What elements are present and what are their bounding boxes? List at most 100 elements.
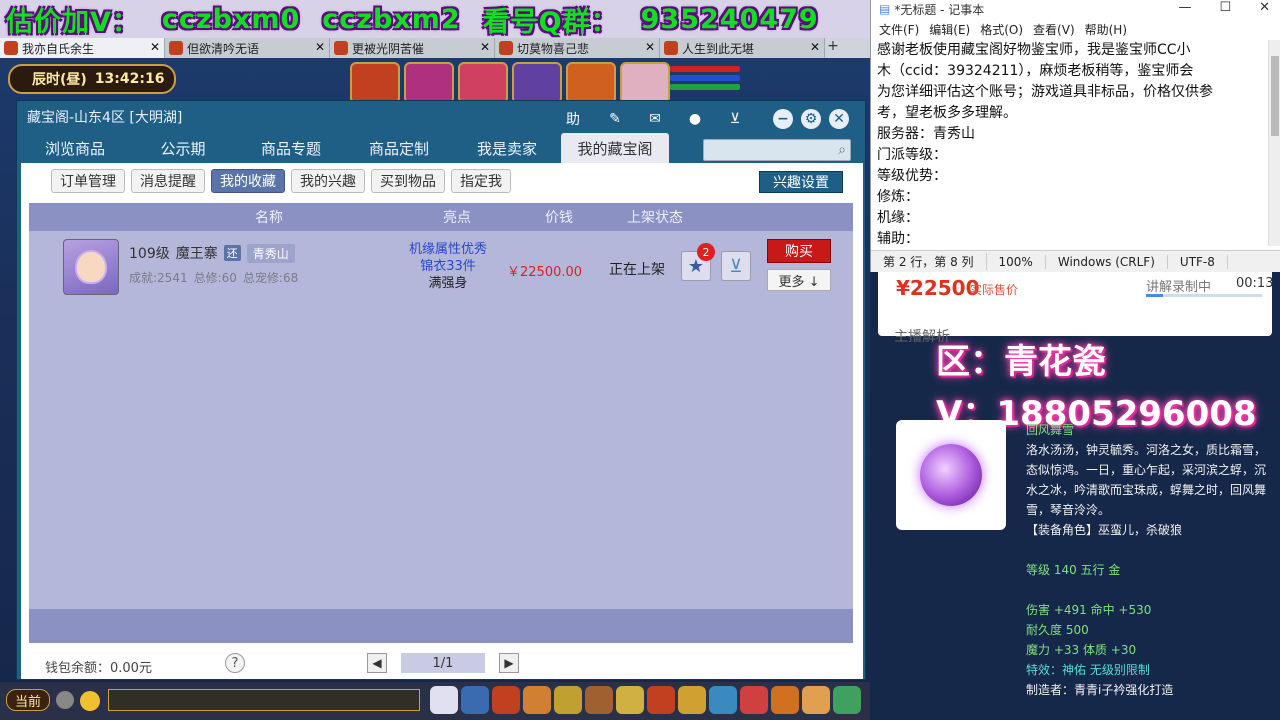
team-portrait[interactable] — [404, 62, 454, 104]
team-portrait[interactable] — [620, 62, 670, 104]
tab-topics[interactable]: 商品专题 — [237, 133, 345, 163]
banner-text-4: 看号Q群： — [482, 6, 619, 38]
chat-channel-button[interactable]: 当前 — [6, 689, 50, 711]
menu-help[interactable]: 帮助(H) — [1085, 21, 1127, 38]
banner-text-3: cczbxm2 — [322, 3, 461, 35]
team-portrait[interactable] — [512, 62, 562, 104]
tab-custom[interactable]: 商品定制 — [345, 133, 453, 163]
game-tab-3[interactable]: 更被光阴苦催 ✕ — [330, 38, 495, 58]
clock-time: 13:42:16 — [94, 71, 165, 87]
character-avatar[interactable] — [63, 239, 119, 295]
record-icon[interactable]: ● — [685, 109, 705, 129]
shortcut-icon[interactable] — [585, 686, 613, 714]
voice-icon[interactable] — [56, 691, 74, 709]
minimize-button[interactable]: − — [773, 109, 793, 129]
scroll-thumb[interactable] — [1271, 56, 1279, 136]
interest-settings-button[interactable]: 兴趣设置 — [759, 171, 843, 193]
encoding: UTF-8 — [1168, 254, 1228, 269]
menu-edit[interactable]: 编辑(E) — [929, 21, 970, 38]
settings-button[interactable]: ⚙ — [801, 109, 821, 129]
list-item[interactable]: 109级 魔王寨 还 青秀山 成就:2541 总修:60 总宠修:68 机缘属性… — [29, 237, 853, 297]
shortcut-icon[interactable] — [616, 686, 644, 714]
tab-my-treasure[interactable]: 我的藏宝阁 — [561, 133, 669, 163]
menu-file[interactable]: 文件(F) — [879, 21, 919, 38]
shortcut-icon[interactable] — [740, 686, 768, 714]
team-portrait[interactable] — [566, 62, 616, 104]
line-ending: Windows (CRLF) — [1046, 254, 1168, 269]
shortcut-icon[interactable] — [647, 686, 675, 714]
close-icon[interactable]: ✕ — [150, 40, 160, 54]
game-tab-1[interactable]: 我亦自氏余生 ✕ — [0, 38, 165, 58]
shortcut-icon[interactable] — [492, 686, 520, 714]
status-bars — [670, 66, 740, 93]
shortcut-icon[interactable] — [771, 686, 799, 714]
maximize-icon[interactable]: ☐ — [1219, 0, 1231, 15]
tab-seller[interactable]: 我是卖家 — [453, 133, 561, 163]
add-tab-icon[interactable]: + — [825, 38, 841, 58]
subtab-assigned[interactable]: 指定我 — [451, 169, 511, 193]
game-tab-5[interactable]: 人生到此无堪 ✕ — [660, 38, 825, 58]
buy-button[interactable]: 购买 — [767, 239, 831, 263]
close-icon[interactable]: ✕ — [645, 40, 655, 54]
close-icon[interactable]: ✕ — [810, 40, 820, 54]
column-price: 价钱 — [545, 210, 573, 226]
item-name: 回风舞雪 — [1026, 423, 1075, 437]
close-icon[interactable]: ✕ — [1259, 0, 1270, 15]
server-badge: 青秀山 — [246, 243, 295, 263]
face-icon — [75, 250, 107, 284]
highlight-line: 机缘属性优秀 — [408, 242, 487, 257]
shortcut-icon[interactable] — [430, 686, 458, 714]
game-tab-label: 我亦自氏余生 — [22, 41, 95, 56]
prev-page-button[interactable]: ◀ — [367, 653, 387, 673]
shortcut-icon[interactable] — [709, 686, 737, 714]
close-icon[interactable]: ✕ — [315, 40, 325, 54]
help-button[interactable]: 助 — [563, 109, 583, 129]
subtab-orders[interactable]: 订单管理 — [51, 169, 125, 193]
game-tab-2[interactable]: 但欲清吟无语 ✕ — [165, 38, 330, 58]
subtab-favorites[interactable]: 我的收藏 — [211, 169, 285, 193]
next-page-button[interactable]: ▶ — [499, 653, 519, 673]
close-button[interactable]: ✕ — [829, 109, 849, 129]
notepad-text-area[interactable]: 感谢老板使用藏宝阁好物鉴宝师，我是鉴宝师CC小 木（ccid：39324211）… — [877, 40, 1267, 250]
cultivation-value: 总修:60 — [193, 271, 237, 285]
minimize-icon[interactable]: — — [1178, 0, 1191, 15]
text-line: 机缘： — [877, 210, 919, 226]
subtab-interests[interactable]: 我的兴趣 — [291, 169, 365, 193]
edit-icon[interactable]: ✎ — [605, 109, 625, 129]
team-portrait[interactable] — [458, 62, 508, 104]
shortcut-icon[interactable] — [523, 686, 551, 714]
tab-browse[interactable]: 浏览商品 — [21, 133, 129, 163]
search-icon[interactable]: ⌕ — [838, 142, 846, 158]
item-status: 正在上架 — [609, 262, 665, 278]
shortcut-icon[interactable] — [802, 686, 830, 714]
help-icon[interactable]: ? — [225, 653, 245, 673]
mp-bar — [670, 75, 740, 81]
game-tab-4[interactable]: 切莫物喜己悲 ✕ — [495, 38, 660, 58]
subtab-bought[interactable]: 买到物品 — [371, 169, 445, 193]
add-to-cart-icon[interactable]: ⊻ — [721, 251, 751, 281]
text-line: 为您详细评估这个账号；游戏道具非标品，价格仅供参 — [877, 84, 1213, 100]
cart-icon[interactable]: ⊻ — [725, 109, 745, 129]
shortcut-icon[interactable] — [833, 686, 861, 714]
team-portrait[interactable] — [350, 62, 400, 104]
search-input[interactable]: ⌕ — [703, 139, 851, 161]
favorite-count-badge: 2 — [697, 243, 715, 261]
character-icon — [499, 41, 513, 55]
notepad-scrollbar[interactable] — [1268, 40, 1280, 246]
item-highlights: 机缘属性优秀 锦衣33件 满强身 — [393, 241, 503, 292]
menu-view[interactable]: 查看(V) — [1033, 21, 1075, 38]
chat-input[interactable] — [108, 689, 420, 711]
shortcut-icon[interactable] — [554, 686, 582, 714]
shortcut-icon[interactable] — [678, 686, 706, 714]
shortcut-icon[interactable] — [461, 686, 489, 714]
subtab-messages[interactable]: 消息提醒 — [131, 169, 205, 193]
close-icon[interactable]: ✕ — [480, 40, 490, 54]
message-icon[interactable]: ✉ — [645, 109, 665, 129]
tab-publicity[interactable]: 公示期 — [129, 133, 237, 163]
actual-price-label: 实际售价 — [970, 283, 1019, 297]
menu-format[interactable]: 格式(O) — [980, 21, 1023, 38]
item-attack: 伤害 +491 命中 +530 — [1026, 603, 1152, 617]
text-line: 感谢老板使用藏宝阁好物鉴宝师，我是鉴宝师CC小 — [877, 42, 1191, 58]
more-button[interactable]: 更多 ↓ — [767, 269, 831, 291]
emoji-icon[interactable] — [80, 691, 100, 711]
